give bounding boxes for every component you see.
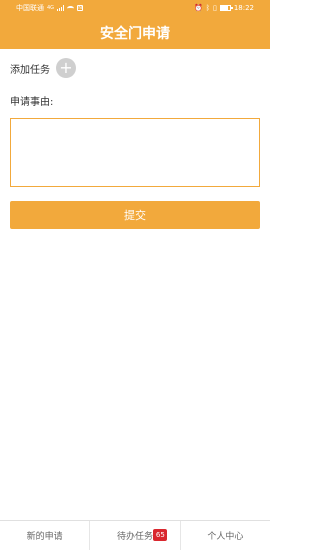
add-task-label: 添加任务 [10,64,50,76]
nav-label-personal-center: 个人中心 [207,532,244,542]
alarm-icon: ⏰ [194,4,203,12]
status-left: 中国联通 4G N [16,3,84,13]
nav-item-personal-center[interactable]: 个人中心 [179,521,270,550]
network-type-label: 4G [47,5,55,11]
reason-label: 申请事由: [10,97,54,108]
add-task-row: 添加任务 + [10,58,76,78]
submit-button[interactable]: 提交 [10,201,260,229]
battery-level [220,6,229,10]
status-bar: 中国联通 4G N ⏰ ᛒ ▯ 18:22 [0,0,270,16]
add-task-button[interactable]: + [56,58,76,78]
vibrate-icon: ▯ [212,4,217,12]
nfc-icon: N [77,5,84,11]
nav-item-todo-tasks[interactable]: 待办任务 65 [89,521,179,550]
nav-label-new-application: 新的申请 [26,532,63,542]
carrier-label: 中国联通 [16,4,44,12]
todo-count-badge: 65 [153,529,168,541]
status-right: ⏰ ᛒ ▯ 18:22 [194,4,254,12]
app-header: 安全门申请 [0,16,270,49]
signal-icon [57,5,65,11]
plus-icon: + [59,58,73,77]
bluetooth-icon: ᛒ [205,4,210,12]
nav-item-new-application[interactable]: 新的申请 [0,521,89,550]
wifi-icon [67,5,75,11]
clock-label: 18:22 [233,4,254,12]
page-title: 安全门申请 [100,25,170,42]
reason-textarea[interactable] [10,118,260,187]
bottom-nav: 新的申请 待办任务 65 个人中心 [0,520,270,550]
nav-label-todo-tasks: 待办任务 [116,532,153,542]
battery-icon [219,5,233,11]
